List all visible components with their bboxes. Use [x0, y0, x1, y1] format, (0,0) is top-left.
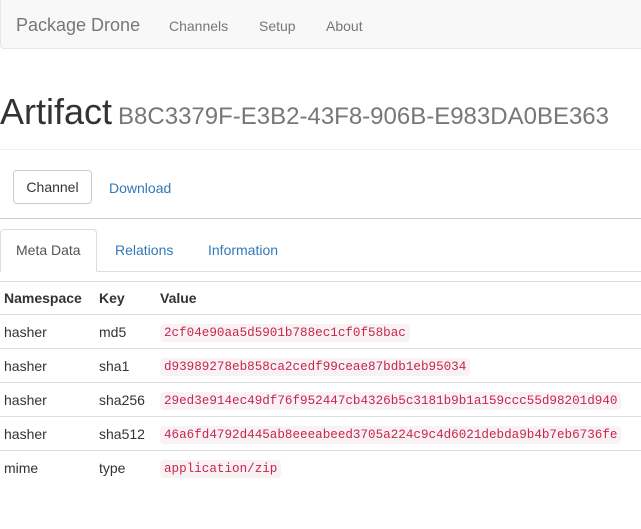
header-key: Key — [95, 281, 156, 315]
cell-key: type — [95, 450, 156, 484]
cell-key: sha1 — [95, 348, 156, 383]
tab-meta-data[interactable]: Meta Data — [0, 229, 97, 272]
header-value: Value — [156, 281, 641, 315]
divider — [0, 218, 641, 219]
page-title: Artifact B8C3379F-E3B2-43F8-906B-E983DA0B… — [0, 92, 609, 137]
table-row: hasher sha1 d93989278eb858ca2cedf99ceae8… — [0, 348, 641, 383]
cell-key: md5 — [95, 314, 156, 349]
table-row: mime type application/zip — [0, 450, 641, 484]
cell-key: sha256 — [95, 382, 156, 417]
value-code: 2cf04e90aa5d5901b788ec1cf0f58bac — [160, 324, 410, 342]
brand-link[interactable]: Package Drone — [16, 15, 140, 35]
cell-namespace: hasher — [0, 348, 95, 383]
tab-relations[interactable]: Relations — [100, 229, 188, 271]
artifact-id: B8C3379F-E3B2-43F8-906B-E983DA0BE363 — [118, 103, 609, 130]
download-link[interactable]: Download — [109, 179, 171, 197]
value-code: 29ed3e914ec49df76f952447cb4326b5c3181b9b… — [160, 392, 622, 410]
cell-namespace: mime — [0, 450, 95, 484]
cell-value: d93989278eb858ca2cedf99ceae87bdb1eb95034 — [156, 348, 641, 383]
cell-key: sha512 — [95, 416, 156, 451]
page-header: Artifact B8C3379F-E3B2-43F8-906B-E983DA0B… — [0, 90, 641, 150]
value-code: application/zip — [160, 460, 282, 478]
cell-namespace: hasher — [0, 416, 95, 451]
cell-value: 2cf04e90aa5d5901b788ec1cf0f58bac — [156, 314, 641, 349]
page-title-text: Artifact — [0, 91, 113, 132]
cell-value: application/zip — [156, 450, 641, 484]
nav-setup[interactable]: Setup — [259, 17, 296, 35]
nav-channels[interactable]: Channels — [169, 17, 228, 35]
tab-information[interactable]: Information — [193, 229, 293, 271]
metadata-table: Namespace Key Value hasher md5 2cf04e90a… — [0, 281, 641, 484]
header-namespace: Namespace — [0, 281, 95, 315]
cell-namespace: hasher — [0, 382, 95, 417]
cell-value: 46a6fd4792d445ab8eeeabeed3705a224c9c4d60… — [156, 416, 641, 451]
navbar: Package Drone Channels Setup About — [0, 0, 641, 49]
tab-bar: Meta Data Relations Information — [0, 229, 641, 272]
nav-about[interactable]: About — [326, 17, 363, 35]
table-header-row: Namespace Key Value — [0, 281, 641, 315]
table-row: hasher sha512 46a6fd4792d445ab8eeeabeed3… — [0, 416, 641, 451]
cell-value: 29ed3e914ec49df76f952447cb4326b5c3181b9b… — [156, 382, 641, 417]
channel-button[interactable]: Channel — [13, 170, 92, 204]
value-code: 46a6fd4792d445ab8eeeabeed3705a224c9c4d60… — [160, 426, 622, 444]
table-row: hasher sha256 29ed3e914ec49df76f952447cb… — [0, 382, 641, 417]
value-code: d93989278eb858ca2cedf99ceae87bdb1eb95034 — [160, 358, 471, 376]
cell-namespace: hasher — [0, 314, 95, 349]
table-row: hasher md5 2cf04e90aa5d5901b788ec1cf0f58… — [0, 314, 641, 349]
